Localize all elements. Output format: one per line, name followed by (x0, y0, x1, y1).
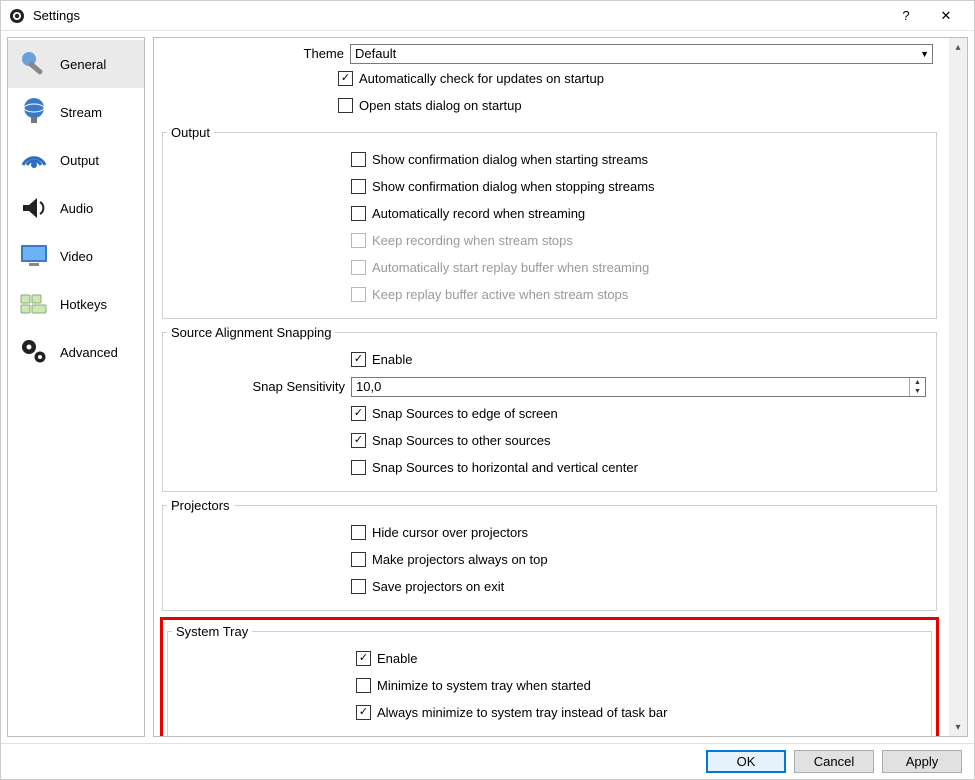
sidebar-item-label: Audio (60, 201, 93, 216)
app-logo-icon (9, 8, 25, 24)
sidebar-item-advanced[interactable]: Advanced (8, 328, 144, 376)
settings-sidebar: General Stream Output Audio Video (7, 37, 145, 737)
snap-enable-checkbox[interactable]: ✓ (351, 352, 366, 367)
on-top-label: Make projectors always on top (372, 552, 548, 567)
system-tray-highlight: System Tray ✓ Enable Minimize to system … (160, 617, 939, 736)
tray-always-minimize-label: Always minimize to system tray instead o… (377, 705, 667, 720)
sidebar-item-label: Hotkeys (60, 297, 107, 312)
snap-center-checkbox[interactable] (351, 460, 366, 475)
globe-icon (14, 92, 54, 132)
sidebar-item-label: General (60, 57, 106, 72)
keep-recording-label: Keep recording when stream stops (372, 233, 573, 248)
snap-sensitivity-value: 10,0 (352, 379, 909, 394)
settings-panel: Theme Default ▼ ✓ Automatically check fo… (153, 37, 968, 737)
keep-recording-checkbox (351, 233, 366, 248)
on-top-checkbox[interactable] (351, 552, 366, 567)
keep-replay-label: Keep replay buffer active when stream st… (372, 287, 628, 302)
auto-replay-checkbox (351, 260, 366, 275)
snap-enable-label: Enable (372, 352, 412, 367)
auto-record-label: Automatically record when streaming (372, 206, 585, 221)
chevron-down-icon: ▼ (920, 49, 929, 59)
open-stats-label: Open stats dialog on startup (359, 98, 522, 113)
sidebar-item-output[interactable]: Output (8, 136, 144, 184)
tray-minimize-start-checkbox[interactable] (356, 678, 371, 693)
snap-edge-checkbox[interactable]: ✓ (351, 406, 366, 421)
snap-sensitivity-label: Snap Sensitivity (167, 379, 351, 394)
tray-enable-label: Enable (377, 651, 417, 666)
scroll-up-icon[interactable]: ▴ (949, 38, 967, 56)
confirm-start-label: Show confirmation dialog when starting s… (372, 152, 648, 167)
projectors-group: Projectors Hide cursor over projectors M… (162, 498, 937, 611)
sidebar-item-general[interactable]: General (8, 40, 144, 88)
theme-value: Default (355, 46, 396, 61)
ok-button[interactable]: OK (706, 750, 786, 773)
keep-replay-checkbox (351, 287, 366, 302)
auto-record-checkbox[interactable] (351, 206, 366, 221)
scroll-down-icon[interactable]: ▾ (949, 718, 967, 736)
projectors-legend: Projectors (167, 498, 234, 513)
confirm-start-checkbox[interactable] (351, 152, 366, 167)
system-tray-group: System Tray ✓ Enable Minimize to system … (167, 624, 932, 736)
help-button[interactable]: ? (886, 2, 926, 30)
hide-cursor-label: Hide cursor over projectors (372, 525, 528, 540)
tray-always-minimize-checkbox[interactable]: ✓ (356, 705, 371, 720)
snap-sensitivity-input[interactable]: 10,0 ▲▼ (351, 377, 926, 397)
sidebar-item-label: Advanced (60, 345, 118, 360)
sidebar-item-hotkeys[interactable]: Hotkeys (8, 280, 144, 328)
sidebar-item-label: Output (60, 153, 99, 168)
confirm-stop-checkbox[interactable] (351, 179, 366, 194)
keyboard-icon (14, 284, 54, 324)
vertical-scrollbar[interactable]: ▴ ▾ (949, 38, 967, 736)
sidebar-item-label: Stream (60, 105, 102, 120)
speaker-icon (14, 188, 54, 228)
spin-down-icon[interactable]: ▼ (910, 387, 925, 396)
sidebar-item-audio[interactable]: Audio (8, 184, 144, 232)
cancel-button[interactable]: Cancel (794, 750, 874, 773)
tray-minimize-start-label: Minimize to system tray when started (377, 678, 591, 693)
confirm-stop-label: Show confirmation dialog when stopping s… (372, 179, 655, 194)
close-button[interactable]: ✕ (926, 2, 966, 30)
dialog-button-bar: OK Cancel Apply (1, 743, 974, 779)
auto-update-checkbox[interactable]: ✓ (338, 71, 353, 86)
sidebar-item-label: Video (60, 249, 93, 264)
window-title: Settings (33, 8, 80, 23)
auto-update-label: Automatically check for updates on start… (359, 71, 604, 86)
snap-edge-label: Snap Sources to edge of screen (372, 406, 558, 421)
snap-center-label: Snap Sources to horizontal and vertical … (372, 460, 638, 475)
theme-label: Theme (154, 46, 350, 61)
auto-replay-label: Automatically start replay buffer when s… (372, 260, 649, 275)
save-projectors-checkbox[interactable] (351, 579, 366, 594)
tray-enable-checkbox[interactable]: ✓ (356, 651, 371, 666)
hide-cursor-checkbox[interactable] (351, 525, 366, 540)
sidebar-item-stream[interactable]: Stream (8, 88, 144, 136)
monitor-icon (14, 236, 54, 276)
snap-other-label: Snap Sources to other sources (372, 433, 551, 448)
snapping-group: Source Alignment Snapping ✓ Enable Snap … (162, 325, 937, 492)
output-legend: Output (167, 125, 214, 140)
output-group: Output Show confirmation dialog when sta… (162, 125, 937, 319)
save-projectors-label: Save projectors on exit (372, 579, 504, 594)
snapping-legend: Source Alignment Snapping (167, 325, 335, 340)
theme-select[interactable]: Default ▼ (350, 44, 933, 64)
sidebar-item-video[interactable]: Video (8, 232, 144, 280)
system-tray-legend: System Tray (172, 624, 252, 639)
wrench-icon (14, 44, 54, 84)
apply-button[interactable]: Apply (882, 750, 962, 773)
spin-up-icon[interactable]: ▲ (910, 378, 925, 387)
open-stats-checkbox[interactable] (338, 98, 353, 113)
snap-other-checkbox[interactable]: ✓ (351, 433, 366, 448)
broadcast-icon (14, 140, 54, 180)
titlebar: Settings ? ✕ (1, 1, 974, 31)
gears-icon (14, 332, 54, 372)
